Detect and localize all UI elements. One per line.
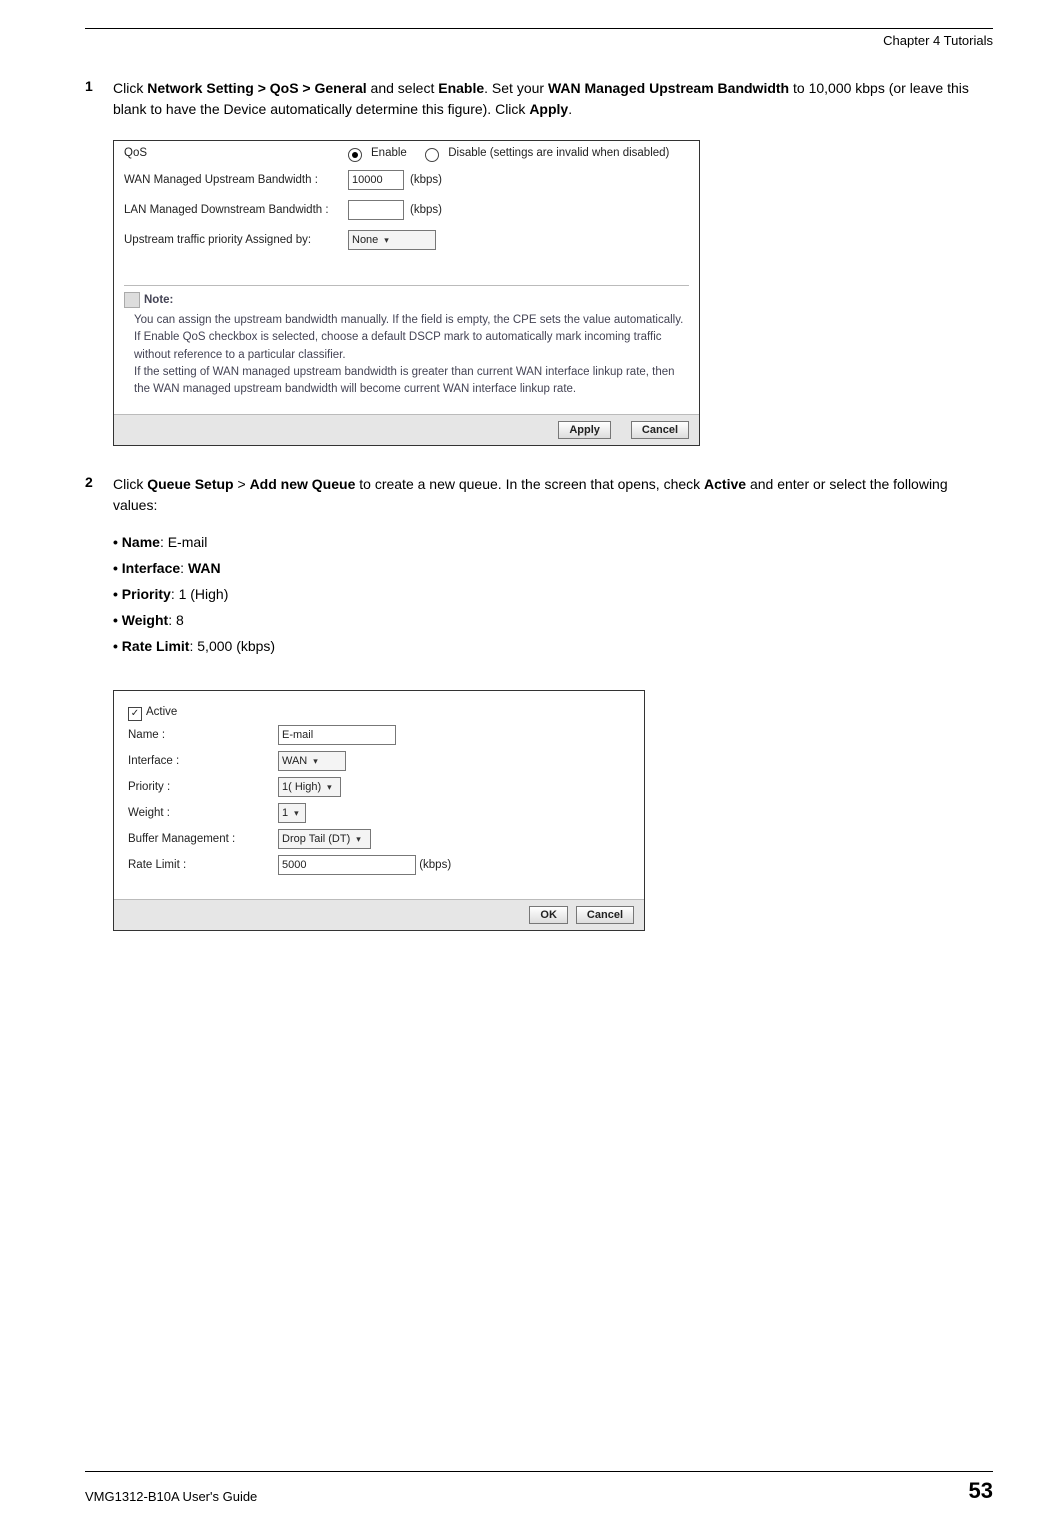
bold: Active bbox=[704, 476, 746, 492]
step-2-body: Click Queue Setup > Add new Queue to cre… bbox=[113, 474, 993, 516]
cancel-button[interactable]: Cancel bbox=[631, 421, 689, 439]
apply-button[interactable]: Apply bbox=[558, 421, 611, 439]
step-2-number: 2 bbox=[85, 474, 113, 516]
key: Priority bbox=[122, 586, 171, 602]
bold: Enable bbox=[438, 80, 484, 96]
upstream-priority-select[interactable]: None bbox=[348, 230, 436, 250]
qos-disable-label: Disable (settings are invalid when disab… bbox=[448, 147, 669, 159]
footer-guide: VMG1312-B10A User's Guide bbox=[85, 1489, 257, 1504]
step-1-number: 1 bbox=[85, 78, 113, 120]
bold: Apply bbox=[529, 101, 568, 117]
button-row: OK Cancel bbox=[114, 899, 644, 930]
text: to create a new queue. In the screen tha… bbox=[355, 476, 704, 492]
bold: Network Setting > QoS > General bbox=[147, 80, 366, 96]
step-2: 2 Click Queue Setup > Add new Queue to c… bbox=[85, 474, 993, 516]
interface-label: Interface : bbox=[128, 755, 278, 767]
footer: VMG1312-B10A User's Guide 53 bbox=[85, 1471, 993, 1504]
name-input[interactable]: E-mail bbox=[278, 725, 396, 745]
weight-label: Weight : bbox=[128, 807, 278, 819]
note-title-text: Note: bbox=[144, 294, 173, 306]
text: . bbox=[568, 101, 572, 117]
weight-select[interactable]: 1 bbox=[278, 803, 306, 823]
lan-bw-label: LAN Managed Downstream Bandwidth : bbox=[124, 204, 342, 216]
ratelimit-label: Rate Limit : bbox=[128, 859, 278, 871]
text: Click bbox=[113, 80, 147, 96]
note-body: You can assign the upstream bandwidth ma… bbox=[124, 312, 689, 406]
text: > bbox=[234, 476, 250, 492]
buffer-select[interactable]: Drop Tail (DT) bbox=[278, 829, 371, 849]
name-label: Name : bbox=[128, 729, 278, 741]
note-title: Note: bbox=[124, 292, 689, 308]
cancel-button[interactable]: Cancel bbox=[576, 906, 634, 924]
queue-form: Active Name : E-mail Interface : WAN Pri… bbox=[114, 691, 644, 899]
kbps-unit: (kbps) bbox=[410, 174, 442, 186]
kbps-unit: (kbps) bbox=[410, 204, 442, 216]
val: : 5,000 (kbps) bbox=[189, 638, 275, 654]
text: Click bbox=[113, 476, 147, 492]
lan-bw-input[interactable] bbox=[348, 200, 404, 220]
key: Name bbox=[122, 534, 160, 550]
key: Weight bbox=[122, 612, 168, 628]
note-icon bbox=[124, 292, 140, 308]
ok-button[interactable]: OK bbox=[529, 906, 568, 924]
qos-enable-label: Enable bbox=[371, 147, 407, 159]
text: . Set your bbox=[484, 80, 548, 96]
buffer-label: Buffer Management : bbox=[128, 833, 278, 845]
list-item: Name: E-mail bbox=[113, 534, 993, 550]
text: and select bbox=[367, 80, 439, 96]
interface-select[interactable]: WAN bbox=[278, 751, 346, 771]
value-list: Name: E-mail Interface: WAN Priority: 1 … bbox=[85, 534, 993, 664]
queue-setup-screenshot: Active Name : E-mail Interface : WAN Pri… bbox=[113, 690, 645, 931]
header-chapter: Chapter 4 Tutorials bbox=[85, 33, 993, 48]
header-rule bbox=[85, 28, 993, 29]
qos-general-screenshot: QoS Enable Disable (settings are invalid… bbox=[113, 140, 700, 446]
bold: Add new Queue bbox=[250, 476, 356, 492]
val: : 1 (High) bbox=[171, 586, 229, 602]
upstream-priority-label: Upstream traffic priority Assigned by: bbox=[124, 234, 342, 246]
qos-disable-radio[interactable] bbox=[425, 148, 439, 162]
active-checkbox[interactable] bbox=[128, 707, 142, 721]
priority-label: Priority : bbox=[128, 781, 278, 793]
val-bold: WAN bbox=[188, 560, 221, 576]
val: : E-mail bbox=[160, 534, 207, 550]
list-item: Interface: WAN bbox=[113, 560, 993, 576]
list-item: Priority: 1 (High) bbox=[113, 586, 993, 602]
footer-page: 53 bbox=[969, 1478, 993, 1504]
list-item: Rate Limit: 5,000 (kbps) bbox=[113, 638, 993, 654]
qos-enable-radio[interactable] bbox=[348, 148, 362, 162]
ratelimit-input[interactable]: 5000 bbox=[278, 855, 416, 875]
val: : 8 bbox=[168, 612, 184, 628]
wan-bw-label: WAN Managed Upstream Bandwidth : bbox=[124, 174, 342, 186]
list-item: Weight: 8 bbox=[113, 612, 993, 628]
kbps-unit: (kbps) bbox=[419, 859, 451, 871]
bold: Queue Setup bbox=[147, 476, 233, 492]
priority-select[interactable]: 1( High) bbox=[278, 777, 341, 797]
step-1: 1 Click Network Setting > QoS > General … bbox=[85, 78, 993, 120]
bold: WAN Managed Upstream Bandwidth bbox=[548, 80, 789, 96]
note-box: Note: You can assign the upstream bandwi… bbox=[124, 285, 689, 406]
qos-label: QoS bbox=[124, 147, 342, 159]
button-row: Apply Cancel bbox=[114, 414, 699, 445]
sep: : bbox=[180, 560, 188, 576]
key: Interface bbox=[122, 560, 180, 576]
key: Rate Limit bbox=[122, 638, 190, 654]
active-label: Active bbox=[146, 706, 177, 718]
step-1-body: Click Network Setting > QoS > General an… bbox=[113, 78, 993, 120]
wan-bw-input[interactable]: 10000 bbox=[348, 170, 404, 190]
